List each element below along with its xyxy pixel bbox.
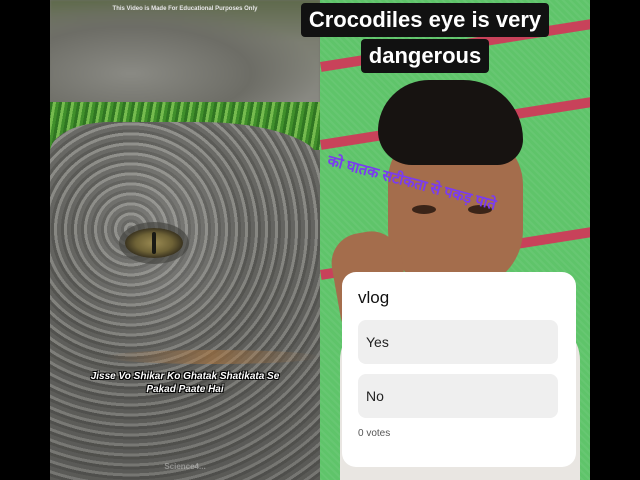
poll-option-no[interactable]: No [358,374,558,418]
title-line-2: dangerous [360,39,490,73]
title-caption: Crocodiles eye is very dangerous [270,3,580,75]
crocodile-pupil [152,232,156,254]
crocodile-shading [50,122,320,480]
subtitle-line-2: Pakad Paate Hai [146,384,224,395]
video-subtitle: Jisse Vo Shikar Ko Ghatak Shatikata Se P… [50,370,320,396]
person-eye-left [412,205,436,214]
poll-vote-count: 0 votes [358,428,391,439]
poll-card: vlog Yes No 0 votes [342,272,576,467]
poll-option-yes[interactable]: Yes [358,320,558,364]
title-line-1: Crocodiles eye is very [300,3,550,37]
person-hair [378,80,523,165]
poll-question: vlog [358,288,390,307]
crocodile-jawline [105,350,320,364]
subtitle-line-1: Jisse Vo Shikar Ko Ghatak Shatikata Se [90,371,280,382]
channel-watermark: Science4... [164,462,206,471]
